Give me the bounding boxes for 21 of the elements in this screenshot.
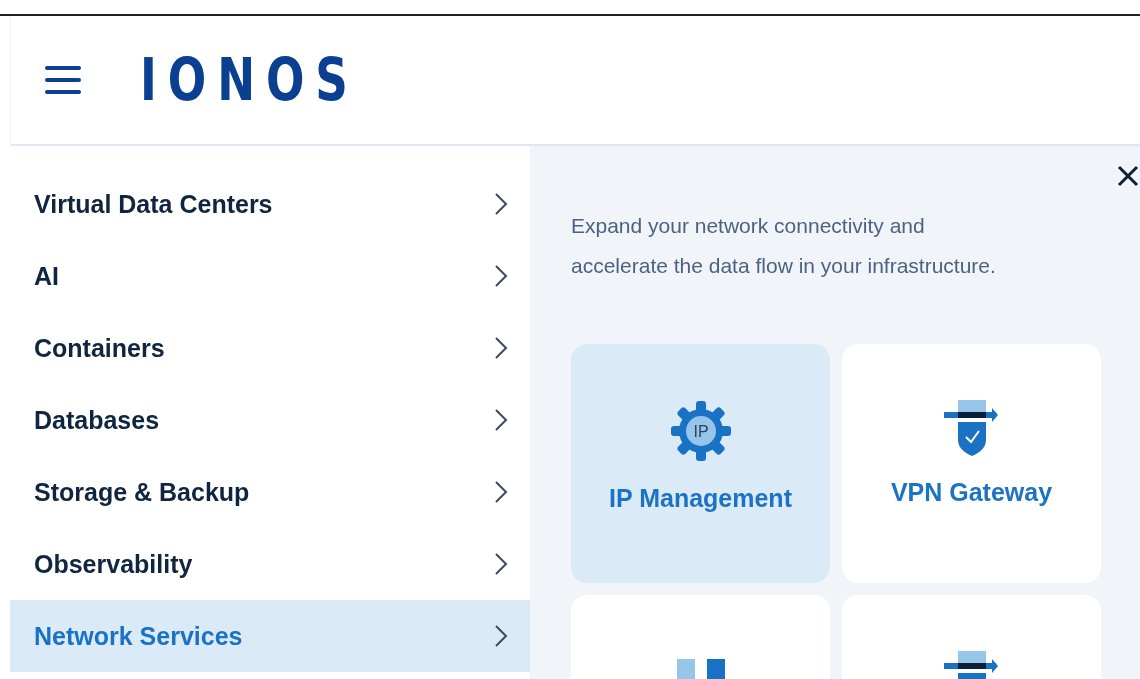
logo: IONOS bbox=[140, 51, 359, 109]
service-card[interactable]: IP IP Management bbox=[571, 344, 830, 583]
menu-item[interactable]: Observability bbox=[10, 528, 530, 600]
menu-item[interactable]: Databases bbox=[10, 384, 530, 456]
chevron-right-icon bbox=[494, 264, 508, 288]
menu-item[interactable]: AI bbox=[10, 240, 530, 312]
menu-item[interactable]: Storage & Backup bbox=[10, 456, 530, 528]
chevron-right-icon bbox=[494, 624, 508, 648]
chevron-right-icon bbox=[494, 408, 508, 432]
chevron-right-icon bbox=[494, 480, 508, 504]
chevron-right-icon bbox=[494, 552, 508, 576]
service-card[interactable]: VPN Gateway bbox=[842, 344, 1101, 583]
menu-button[interactable] bbox=[44, 65, 82, 95]
shield-icon bbox=[943, 400, 1000, 456]
chevron-right-icon bbox=[494, 192, 508, 216]
close-button[interactable] bbox=[1116, 164, 1140, 188]
menu-item[interactable]: Containers bbox=[10, 312, 530, 384]
menu-item[interactable]: Virtual Data Centers bbox=[10, 168, 530, 240]
chevron-right-icon bbox=[494, 336, 508, 360]
description: Expand your network connectivity and accelerate the data flow in your infrastructure. bbox=[571, 213, 997, 279]
menu-item[interactable]: Network Services bbox=[10, 600, 530, 672]
